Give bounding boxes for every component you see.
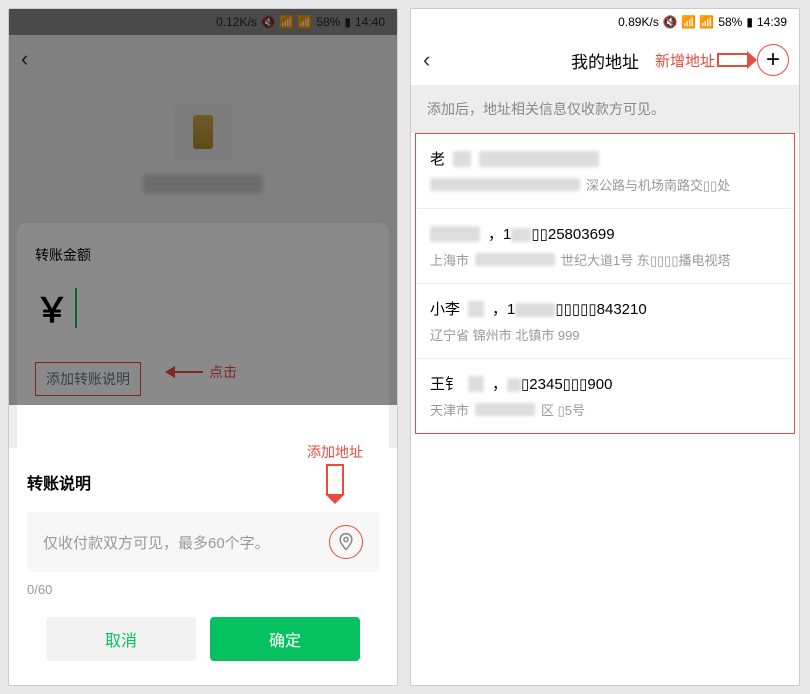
cancel-button[interactable]: 取消 — [46, 617, 196, 661]
annotation-add-address: 添加地址 — [307, 442, 363, 494]
phone-address-screen: 0.89K/s 🔇 📶 📶 58% ▮ 14:39 ‹ 我的地址 新增地址 + … — [410, 8, 800, 686]
addr-phone: ，1▯▯▯▯▯843210 — [492, 298, 647, 319]
location-pin-icon — [336, 532, 356, 552]
blurred-text — [430, 178, 580, 191]
status-icons: 🔇 📶 📶 — [261, 15, 313, 29]
battery-icon: ▮ — [344, 15, 351, 29]
blurred-text — [479, 151, 599, 167]
addr-phone: ，1▯▯25803699 — [488, 223, 615, 244]
addr-detail-suffix: 区 ▯5号 — [541, 400, 585, 419]
nav-header: ‹ 我的地址 新增地址 + — [411, 35, 799, 85]
plus-icon: + — [766, 46, 780, 74]
note-dialog: 添加地址 转账说明 仅收付款双方可见，最多60个字。 0/60 取消 确定 — [9, 448, 397, 685]
address-list: 老 深公路与机场南路交▯▯处 ，1▯▯25803699 上海市 世纪大道1号 东… — [415, 133, 795, 434]
addr-detail-prefix: 上海市 — [430, 250, 469, 269]
battery-percent: 58% — [316, 15, 340, 29]
addr-detail-prefix: 天津市 — [430, 400, 469, 419]
addr-phone: ，▯2345▯▯▯900 — [492, 373, 612, 394]
confirm-button[interactable]: 确定 — [210, 617, 360, 661]
add-note-link[interactable]: 添加转账说明 — [35, 362, 141, 396]
arrow-right-icon — [717, 53, 747, 67]
addr-name-prefix: 老 — [430, 148, 445, 169]
address-item[interactable]: 小李 ，1▯▯▯▯▯843210 辽宁省 锦州市 北镇市 999 — [416, 284, 794, 359]
addr-name-prefix: 王钅 — [430, 373, 460, 394]
annotation-new-address: 新增地址 — [655, 50, 747, 71]
annotation-new-address-label: 新增地址 — [655, 50, 715, 71]
note-placeholder: 仅收付款双方可见，最多60个字。 — [43, 532, 329, 553]
clock: 14:40 — [355, 15, 385, 29]
addr-detail: 辽宁省 锦州市 北镇市 999 — [430, 325, 580, 344]
arrow-left-icon — [165, 365, 203, 379]
char-count: 0/60 — [27, 582, 379, 597]
back-icon[interactable]: ‹ — [423, 47, 430, 73]
net-speed: 0.12K/s — [216, 15, 257, 29]
phone-transfer-screen: 0.12K/s 🔇 📶 📶 58% ▮ 14:40 ‹ 转账金额 ￥ 添加转账说… — [8, 8, 398, 686]
address-item[interactable]: 王钅 ，▯2345▯▯▯900 天津市 区 ▯5号 — [416, 359, 794, 433]
text-cursor — [75, 288, 77, 328]
recipient-section — [9, 83, 397, 223]
recipient-name-blurred — [143, 175, 263, 193]
currency-symbol: ￥ — [35, 283, 69, 332]
battery-percent: 58% — [718, 15, 742, 29]
blurred-text — [468, 301, 484, 317]
annotation-click-label: 点击 — [209, 362, 237, 382]
page-title: 我的地址 — [571, 48, 639, 73]
address-item[interactable]: 老 深公路与机场南路交▯▯处 — [416, 134, 794, 209]
top-nav: ‹ — [9, 35, 397, 83]
addr-detail-suffix: 深公路与机场南路交▯▯处 — [586, 175, 730, 194]
blurred-text — [475, 253, 555, 266]
blurred-text — [475, 403, 535, 416]
amount-label: 转账金额 — [35, 245, 371, 265]
back-icon[interactable]: ‹ — [21, 46, 28, 72]
status-bar: 0.12K/s 🔇 📶 📶 58% ▮ 14:40 — [9, 9, 397, 35]
address-item[interactable]: ，1▯▯25803699 上海市 世纪大道1号 东▯▯▯▯播电视塔 — [416, 209, 794, 284]
blurred-text — [430, 226, 480, 242]
annotation-add-address-label: 添加地址 — [307, 444, 363, 460]
status-bar: 0.89K/s 🔇 📶 📶 58% ▮ 14:39 — [411, 9, 799, 35]
add-address-button[interactable]: + — [757, 44, 789, 76]
clock: 14:39 — [757, 15, 787, 29]
addr-detail-mid: 世纪大道1号 东▯▯▯▯播电视塔 — [561, 250, 730, 269]
battery-icon: ▮ — [746, 15, 753, 29]
addr-name-prefix: 小李 — [430, 298, 460, 319]
avatar — [174, 103, 232, 161]
blurred-text — [453, 151, 471, 167]
annotation-click: 点击 — [165, 362, 237, 382]
status-icons: 🔇 📶 📶 — [663, 15, 715, 29]
blurred-text — [468, 376, 484, 392]
amount-input-line[interactable]: ￥ — [35, 283, 371, 332]
arrow-down-icon — [326, 464, 344, 494]
note-input[interactable]: 仅收付款双方可见，最多60个字。 — [27, 512, 379, 572]
location-button[interactable] — [329, 525, 363, 559]
net-speed: 0.89K/s — [618, 15, 659, 29]
help-text: 添加后，地址相关信息仅收款方可见。 — [411, 85, 799, 133]
